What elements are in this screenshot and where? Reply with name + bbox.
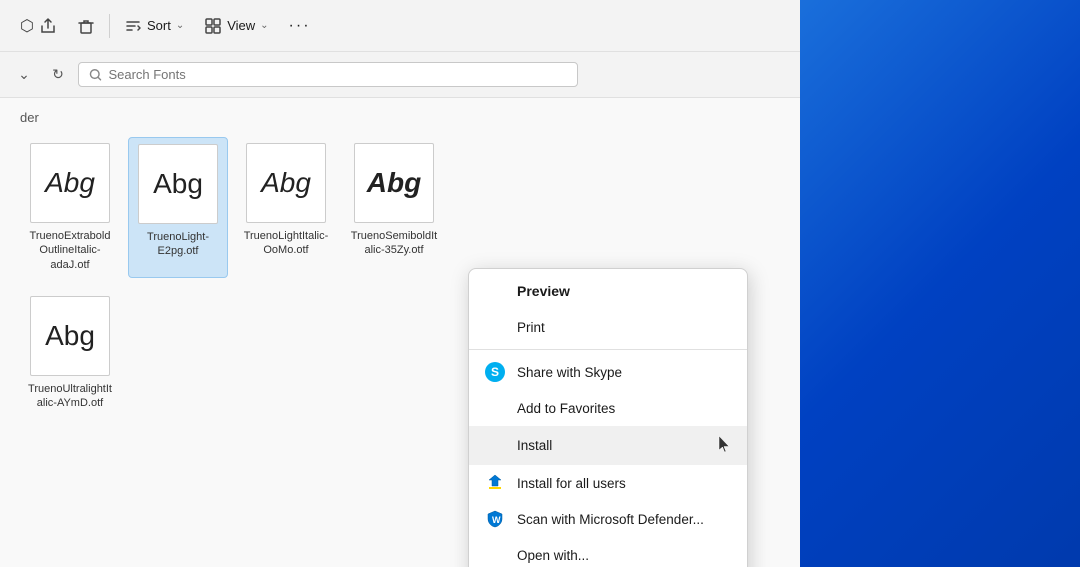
skype-icon: S [485,362,505,382]
context-menu: Preview Print S Share with Skype Add to … [468,268,748,567]
font-preview-4: Abg [354,143,434,223]
sort-chevron: ⌄ [176,20,184,31]
menu-label-print: Print [517,320,731,335]
content-area: der Abg TruenoExtraboldOutlineItalic-ada… [0,98,800,567]
search-icon [89,68,102,82]
font-item-4[interactable]: Abg TruenoSemiboldItalic-35Zy.otf [344,137,444,278]
install-icon [485,436,505,456]
font-name-1: TruenoExtraboldOutlineItalic-adaJ.otf [26,229,114,272]
view-chevron: ⌄ [260,20,268,31]
font-preview-2: Abg [138,144,218,224]
menu-item-skype[interactable]: S Share with Skype [469,354,747,390]
menu-item-install-all[interactable]: Install for all users [469,465,747,501]
menu-item-preview[interactable]: Preview [469,273,747,309]
search-box [78,62,578,87]
delete-toolbar-button[interactable] [69,12,103,40]
menu-label-favorites: Add to Favorites [517,401,731,416]
more-button[interactable]: ··· [281,12,319,40]
menu-label-preview: Preview [517,283,731,299]
menu-label-skype: Share with Skype [517,365,731,380]
font-preview-5: Abg [30,296,110,376]
favorites-icon [485,398,505,418]
font-name-3: TruenoLightItalic-OoMo.otf [242,229,330,258]
menu-divider-1 [469,349,747,350]
cursor-icon [717,434,731,457]
font-preview-1: Abg [30,143,110,223]
open-with-icon [485,545,505,565]
dropdown-button[interactable]: ⌄ [10,61,38,89]
menu-item-defender[interactable]: W Scan with Microsoft Defender... [469,501,747,537]
font-preview-3: Abg [246,143,326,223]
more-label: ··· [289,17,311,35]
menu-item-favorites[interactable]: Add to Favorites [469,390,747,426]
font-item-2[interactable]: Abg TruenoLight-E2pg.otf [128,137,228,278]
menu-label-defender: Scan with Microsoft Defender... [517,512,731,527]
refresh-button[interactable]: ↻ [44,61,72,89]
menu-label-open-with: Open with... [517,548,731,563]
svg-text:W: W [492,515,501,525]
menu-item-print[interactable]: Print [469,309,747,345]
toolbar-separator-1 [109,14,110,38]
search-input[interactable] [108,67,567,82]
sort-label: Sort [147,18,171,33]
sort-button[interactable]: Sort ⌄ [116,12,192,40]
install-all-icon [485,473,505,493]
blue-background [800,0,1080,567]
menu-label-install: Install [517,438,701,453]
address-bar: ⌄ ↻ [0,52,800,98]
defender-icon: W [485,509,505,529]
menu-item-install[interactable]: Install [469,426,747,465]
sort-icon [124,17,142,35]
font-name-4: TruenoSemiboldItalic-35Zy.otf [350,229,438,258]
share-toolbar-button[interactable]: ⬡ [12,11,65,41]
menu-item-open-with[interactable]: Open with... [469,537,747,567]
preview-icon [485,281,505,301]
font-name-5: TruenoUltralightItalic-AYmD.otf [26,382,114,411]
share-icon-svg [39,17,57,35]
delete-icon [77,17,95,35]
toolbar: ⬡ Sort ⌄ [0,0,800,52]
share-toolbar-icon: ⬡ [20,16,34,36]
print-icon [485,317,505,337]
explorer-window: ⬡ Sort ⌄ [0,0,800,567]
font-name-2: TruenoLight-E2pg.otf [135,230,221,259]
menu-label-install-all: Install for all users [517,476,731,491]
font-item-1[interactable]: Abg TruenoExtraboldOutlineItalic-adaJ.ot… [20,137,120,278]
folder-breadcrumb: der [20,110,780,125]
view-label: View [227,18,255,33]
font-item-5[interactable]: Abg TruenoUltralightItalic-AYmD.otf [20,290,120,417]
font-item-3[interactable]: Abg TruenoLightItalic-OoMo.otf [236,137,336,278]
view-icon [204,17,222,35]
view-button[interactable]: View ⌄ [196,12,276,40]
